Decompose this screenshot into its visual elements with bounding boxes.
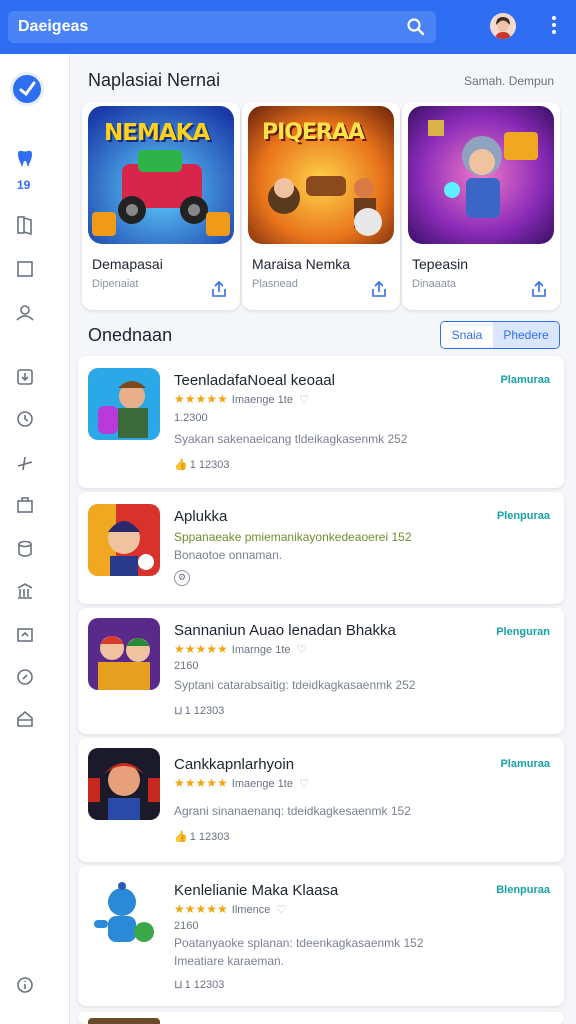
toggle-option-b[interactable]: Phedere	[493, 322, 559, 348]
list-section-title: Onednaan	[88, 325, 173, 345]
app-icon	[88, 876, 160, 948]
list-item-action[interactable]: Blenpuraa	[496, 884, 550, 896]
list-item-title: Aplukka	[174, 508, 228, 525]
list-item-count: 2160	[174, 920, 199, 932]
search-icon[interactable]	[406, 17, 426, 37]
square-icon[interactable]	[14, 258, 36, 280]
featured-section-title: Naplasiai Nernai	[88, 70, 221, 90]
list-item-description: Syakan sakenaeicang tldeikagkasenmk 252	[174, 432, 408, 446]
users-icon[interactable]	[14, 302, 36, 324]
search-label: Daeigeas	[18, 18, 89, 35]
database-icon[interactable]	[14, 538, 36, 560]
list-item-count: 1.2300	[174, 412, 208, 424]
list-item-action[interactable]: Plamuraa	[500, 758, 550, 770]
rating-stars: ★★★★★ Imaenge 1te ♡	[174, 776, 309, 790]
sidebar: 19	[0, 54, 70, 1024]
list-item-description: Syptani catarabsaitig: tdeidkagkasaenmk …	[174, 678, 416, 692]
view-toggle: Snaia Phedere	[440, 321, 560, 349]
rating-stars: ★★★★★ Ilmence ♡	[174, 902, 287, 916]
list-item-action[interactable]: Plenguran	[496, 626, 550, 638]
app-icon	[88, 748, 160, 820]
heart-icon: ♡	[298, 394, 309, 406]
list-item-meta: 👍 1 12303	[174, 831, 230, 843]
list-item-description: Agrani sinanaenanq: tdeidkagkesaenmk 152	[174, 804, 411, 818]
list-item-meta: 👍 1 12303	[174, 459, 230, 471]
list-item-description-2: Bonaotoe onnaman.	[174, 548, 283, 562]
list-item[interactable]: Aplukka Plenpuraa Sppanaeake pmiemanikay…	[78, 492, 564, 604]
featured-game-art	[408, 106, 554, 244]
list-item-action[interactable]: Plamuraa	[500, 374, 550, 386]
plane-icon[interactable]	[14, 452, 36, 474]
featured-card-subtitle: Plasnead	[252, 278, 298, 290]
download-icon[interactable]	[14, 366, 36, 388]
top-app-bar: Daeigeas	[0, 0, 576, 54]
thumbs-up-icon: 👍	[174, 459, 188, 471]
featured-card-title: Demapasai	[92, 256, 163, 272]
sidebar-badge: 19	[17, 178, 31, 192]
featured-card-subtitle: Dinaaata	[412, 278, 457, 290]
featured-card-title: Tepeasin	[412, 256, 469, 272]
featured-game-art: PIQERAA	[248, 106, 394, 244]
list-item-meta: ⊔ 1 12303	[174, 979, 225, 991]
list-item-description: Poatanyaoke splanan: tdeenkagkasaenmk 15…	[174, 936, 424, 950]
heart-icon: ♡	[298, 778, 309, 790]
thumbs-up-icon: ⊔	[174, 705, 183, 717]
list-item[interactable]	[78, 1012, 564, 1024]
book-icon[interactable]	[14, 214, 36, 236]
info-icon[interactable]	[14, 974, 36, 996]
app-icon	[88, 368, 160, 440]
list-item[interactable]: Cankkapnlarhyoin Plamuraa ★★★★★ Imaenge 1…	[78, 738, 564, 862]
list-item[interactable]: Sannaniun Auao lenadan Bhakka Plenguran …	[78, 608, 564, 734]
settings-icon: ⚙	[174, 570, 190, 586]
share-icon[interactable]	[530, 280, 548, 298]
app-icon	[88, 618, 160, 690]
rating-stars: ★★★★★ Imarnge 1te ♡	[174, 642, 307, 656]
list-item[interactable]: Kenlelianie Maka Klaasa Blenpuraa ★★★★★ I…	[78, 866, 564, 1006]
list-item-count: 2160	[174, 660, 199, 672]
list-item-title: Sannaniun Auao lenadan Bhakka	[174, 622, 396, 639]
compass-icon[interactable]	[14, 666, 36, 688]
heart-icon: ♡	[296, 644, 307, 656]
featured-card[interactable]: NEMAKA Demapasai Dipenaiat	[82, 102, 240, 310]
featured-game-art: NEMAKA	[88, 106, 234, 244]
list-item-title: Cankkapnlarhyoin	[174, 756, 295, 773]
clock-icon[interactable]	[14, 408, 36, 430]
rating-stars: ★★★★★ Imaenge 1te ♡	[174, 392, 309, 406]
app-icon	[88, 1018, 160, 1024]
home-icon[interactable]	[14, 708, 36, 730]
featured-art-text: NEMAKA	[104, 120, 210, 146]
app-icon	[88, 504, 160, 576]
featured-card-subtitle: Dipenaiat	[92, 278, 139, 290]
list-item-meta: ⊔ 1 12303	[174, 705, 225, 717]
briefcase-icon[interactable]	[14, 494, 36, 516]
tooth-icon[interactable]	[14, 148, 36, 170]
list-item-meta: ⚙	[174, 570, 190, 586]
profile-avatar[interactable]	[490, 13, 516, 39]
list-item-action[interactable]: Plenpuraa	[497, 510, 550, 522]
list-item-description: Sppanaeake pmiemanikayonkedeaoerei 152	[174, 530, 412, 544]
featured-card[interactable]: Tepeasin Dinaaata	[402, 102, 560, 310]
featured-card-title: Maraisa Nemka	[252, 256, 351, 272]
heart-icon: ♡	[276, 904, 287, 916]
chart-icon[interactable]	[14, 624, 36, 646]
featured-see-all-link[interactable]: Samah. Dempun	[464, 74, 554, 88]
toggle-option-a[interactable]: Snaia	[441, 322, 493, 348]
list-item-title: Kenlelianie Maka Klaasa	[174, 882, 339, 899]
app-logo[interactable]	[10, 72, 44, 106]
search-bar[interactable]: Daeigeas	[8, 11, 436, 43]
featured-card[interactable]: PIQERAA Maraisa Nemka Plasnead	[242, 102, 400, 310]
share-icon[interactable]	[210, 280, 228, 298]
list-item-description-2: Imeatiare karaeman.	[174, 954, 285, 968]
list-item[interactable]: TeenladafaNoeal keoaal Plamuraa ★★★★★ Ima…	[78, 356, 564, 488]
more-options-icon[interactable]	[546, 14, 562, 40]
featured-art-text: PIQERAA	[262, 120, 365, 145]
share-icon[interactable]	[370, 280, 388, 298]
list-item-title: TeenladafaNoeal keoaal	[174, 372, 335, 389]
thumbs-up-icon: 👍	[174, 831, 188, 843]
thumbs-up-icon: ⊔	[174, 979, 183, 991]
bank-icon[interactable]	[14, 580, 36, 602]
